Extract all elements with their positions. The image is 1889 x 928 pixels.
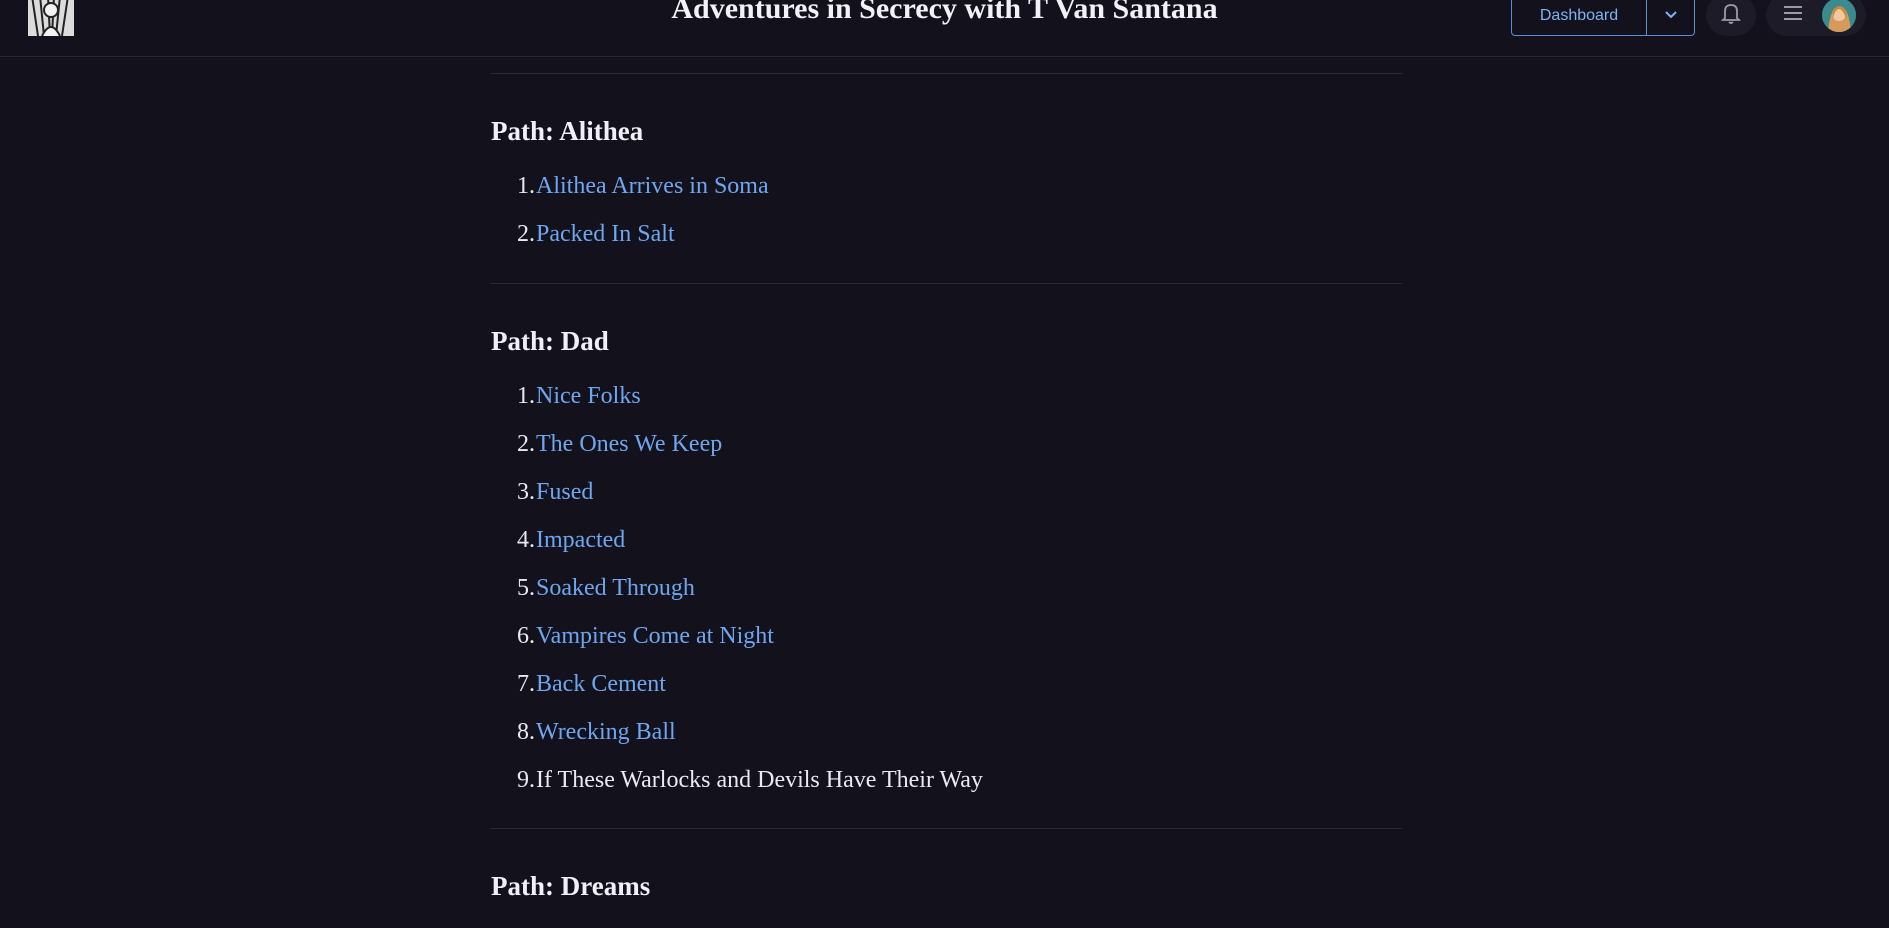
list-item: 4. Impacted: [491, 516, 1402, 564]
story-link[interactable]: Packed In Salt: [536, 210, 675, 258]
item-number: 3.: [517, 479, 535, 505]
list-item: 8. Wrecking Ball: [491, 708, 1402, 756]
main-content: Path: Alithea 1. Alithea Arrives in Soma…: [491, 57, 1402, 900]
item-number: 5.: [517, 575, 535, 601]
chevron-down-icon: [1664, 7, 1678, 25]
notifications-button[interactable]: [1706, 0, 1756, 36]
item-number: 1.: [517, 173, 535, 199]
item-number: 6.: [517, 623, 535, 649]
item-number: 1.: [517, 383, 535, 409]
item-number: 7.: [517, 671, 535, 697]
path-section-dad: Path: Dad 1. Nice Folks 2. The Ones We K…: [491, 328, 1402, 804]
list-item: 2. Packed In Salt: [491, 210, 1402, 258]
story-link[interactable]: Alithea Arrives in Soma: [536, 162, 769, 210]
story-list: 1. Alithea Arrives in Soma 2. Packed In …: [491, 162, 1402, 258]
section-heading: Path: Dad: [491, 326, 609, 356]
item-number: 2.: [517, 431, 535, 457]
item-number: 2.: [517, 221, 535, 247]
section-divider: [491, 283, 1402, 284]
path-section-dreams: Path: Dreams: [491, 873, 1402, 900]
dashboard-button-group: Dashboard: [1511, 0, 1695, 36]
top-navigation-bar: Adventures in Secrecy with T Van Santana…: [0, 0, 1889, 57]
story-list: 1. Nice Folks 2. The Ones We Keep 3. Fus…: [491, 372, 1402, 804]
user-menu-button[interactable]: [1766, 0, 1866, 36]
list-item: 7. Back Cement: [491, 660, 1402, 708]
path-section-alithea: Path: Alithea 1. Alithea Arrives in Soma…: [491, 118, 1402, 258]
hamburger-menu-icon: [1782, 4, 1804, 27]
item-number: 9.: [517, 767, 535, 793]
story-link[interactable]: Back Cement: [536, 660, 666, 708]
list-item: 2. The Ones We Keep: [491, 420, 1402, 468]
list-item: 5. Soaked Through: [491, 564, 1402, 612]
story-link[interactable]: Impacted: [536, 516, 625, 564]
bell-icon: [1720, 1, 1742, 30]
list-item: 1. Alithea Arrives in Soma: [491, 162, 1402, 210]
story-link[interactable]: Fused: [536, 468, 593, 516]
item-number: 8.: [517, 719, 535, 745]
list-item: 3. Fused: [491, 468, 1402, 516]
dashboard-button[interactable]: Dashboard: [1512, 0, 1647, 35]
story-link[interactable]: Vampires Come at Night: [536, 612, 774, 660]
section-heading: Path: Dreams: [491, 871, 651, 901]
story-title-unlinked: If These Warlocks and Devils Have Their …: [536, 767, 983, 793]
list-item: 9. If These Warlocks and Devils Have The…: [491, 756, 1402, 804]
story-link[interactable]: Nice Folks: [536, 372, 641, 420]
section-divider: [491, 828, 1402, 829]
section-heading: Path: Alithea: [491, 116, 644, 146]
section-divider: [491, 73, 1402, 74]
user-avatar: [1822, 0, 1856, 32]
list-item: 1. Nice Folks: [491, 372, 1402, 420]
story-link[interactable]: Soaked Through: [536, 564, 695, 612]
item-number: 4.: [517, 527, 535, 553]
story-link[interactable]: Wrecking Ball: [536, 708, 676, 756]
list-item: 6. Vampires Come at Night: [491, 612, 1402, 660]
dashboard-dropdown-button[interactable]: [1647, 0, 1694, 35]
story-link[interactable]: The Ones We Keep: [536, 420, 722, 468]
